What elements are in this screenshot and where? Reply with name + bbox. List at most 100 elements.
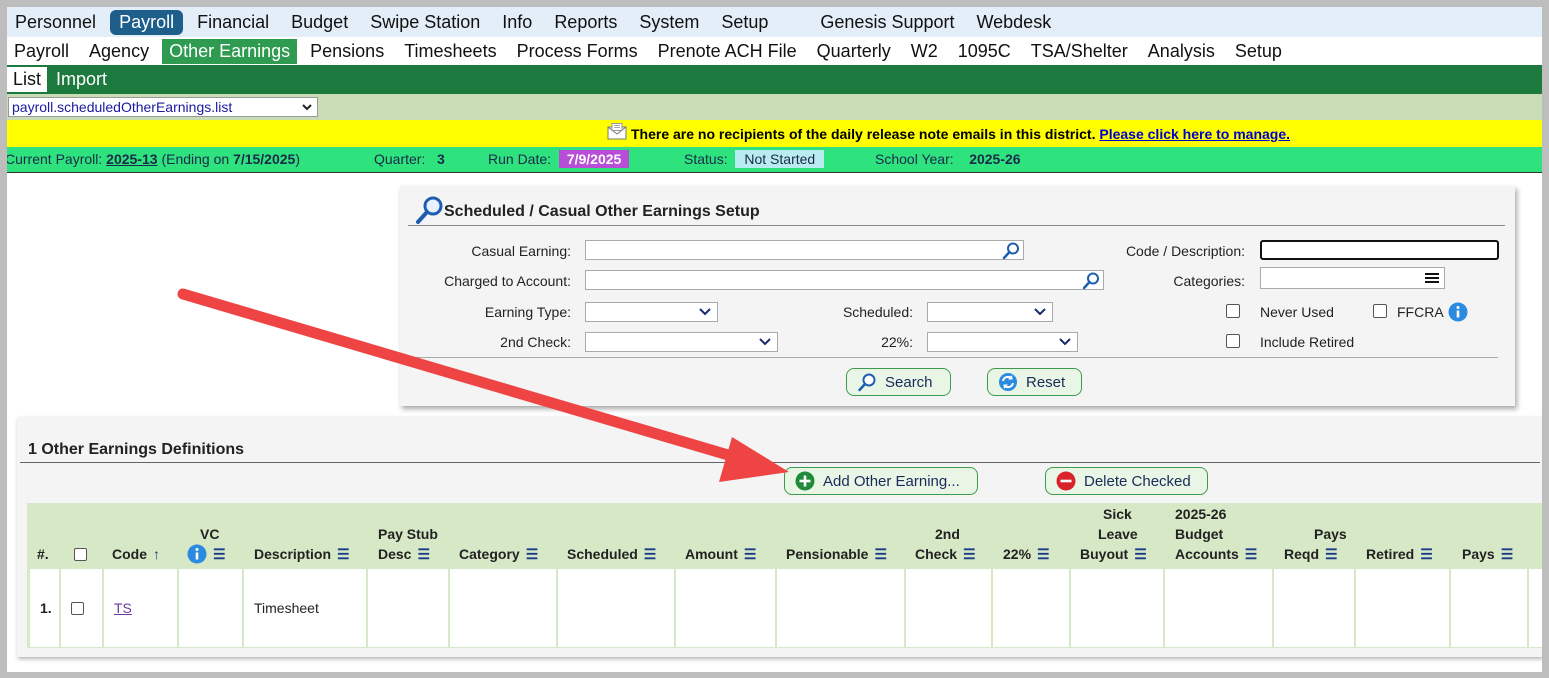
header-description[interactable]: Description ☰	[254, 503, 350, 569]
sort-up-arrow-icon[interactable]: ↑	[153, 544, 160, 564]
column-menu-icon[interactable]: ☰	[213, 544, 226, 564]
top-menu-personnel[interactable]: Personnel	[7, 10, 104, 35]
tab-import[interactable]: Import	[50, 67, 113, 92]
top-menu-financial[interactable]: Financial	[189, 10, 277, 35]
sub-menu-analysis[interactable]: Analysis	[1141, 39, 1222, 64]
column-menu-icon[interactable]: ☰	[644, 544, 657, 564]
charged-to-account-label: Charged to Account:	[444, 273, 571, 289]
sub-menu-setup[interactable]: Setup	[1228, 39, 1289, 64]
header-code[interactable]: Code ↑	[112, 503, 160, 569]
list-title: 1 Other Earnings Definitions	[28, 441, 245, 458]
scheduled-select[interactable]	[927, 302, 1053, 322]
search-button[interactable]: Search	[846, 368, 951, 396]
top-menu-genesis-support[interactable]: Genesis Support	[812, 10, 962, 35]
header-budget-accounts[interactable]: 2025-26 Budget Accounts ☰	[1175, 503, 1257, 569]
never-used-checkbox[interactable]	[1226, 304, 1240, 318]
top-menu-swipe-station[interactable]: Swipe Station	[362, 10, 488, 35]
column-menu-icon[interactable]: ☰	[963, 544, 976, 564]
search-icon[interactable]	[1081, 271, 1101, 290]
table-row-budget-cell	[1165, 569, 1272, 647]
header-pct22[interactable]: 22% ☰	[1003, 503, 1050, 569]
column-menu-icon[interactable]: ☰	[874, 544, 887, 564]
header-pays-reqd-text-1: Pays	[1314, 526, 1347, 542]
ending-date: 7/15/2025	[233, 151, 296, 167]
header-pays-reqd[interactable]: Pays Reqd ☰	[1284, 503, 1347, 569]
header-pays[interactable]: Pays ☰	[1462, 503, 1513, 569]
header-amount[interactable]: Amount ☰	[685, 503, 756, 569]
notice-manage-link[interactable]: Please click here to manage.	[1099, 126, 1290, 142]
column-menu-icon[interactable]: ☰	[1325, 544, 1338, 564]
header-pay-stub-desc[interactable]: Pay Stub Desc ☰	[378, 503, 438, 569]
header-pays-text: Pays	[1462, 546, 1495, 562]
top-menu-setup[interactable]: Setup	[713, 10, 776, 35]
sub-menu-payroll[interactable]: Payroll	[7, 39, 76, 64]
sub-menu-prenote-ach-file[interactable]: Prenote ACH File	[651, 39, 804, 64]
column-menu-icon[interactable]: ☰	[526, 544, 539, 564]
select-all-checkbox[interactable]	[74, 548, 87, 561]
delete-checked-button[interactable]: Delete Checked	[1045, 467, 1208, 495]
header-scheduled[interactable]: Scheduled ☰	[567, 503, 656, 569]
header-pensionable-text: Pensionable	[786, 546, 869, 562]
delete-checked-label: Delete Checked	[1084, 472, 1191, 490]
sub-menu-other-earnings[interactable]: Other Earnings	[162, 38, 298, 64]
pct22-select[interactable]	[927, 332, 1078, 352]
column-menu-icon[interactable]: ☰	[337, 544, 350, 564]
top-menu-budget[interactable]: Budget	[283, 10, 356, 35]
second-check-select[interactable]	[585, 332, 778, 352]
column-menu-icon[interactable]: ☰	[744, 544, 757, 564]
ffcra-label: FFCRA	[1397, 304, 1444, 320]
header-category[interactable]: Category ☰	[459, 503, 538, 569]
column-menu-icon[interactable]: ☰	[1420, 544, 1433, 564]
column-menu-icon[interactable]: ☰	[1245, 544, 1258, 564]
header-pay-stub-text-2: Desc	[378, 546, 412, 562]
sub-menu-tsa-shelter[interactable]: TSA/Shelter	[1024, 39, 1135, 64]
header-pensionable[interactable]: Pensionable ☰	[786, 503, 887, 569]
charged-to-account-input[interactable]	[585, 270, 1104, 290]
include-retired-checkbox[interactable]	[1226, 334, 1240, 348]
top-menu-payroll[interactable]: Payroll	[110, 9, 184, 35]
refresh-icon	[999, 373, 1017, 391]
path-select[interactable]: payroll.scheduledOtherEarnings.list	[8, 97, 318, 117]
path-select-value: payroll.scheduledOtherEarnings.list	[12, 99, 233, 115]
row-checkbox[interactable]	[71, 601, 84, 615]
sub-menu-agency[interactable]: Agency	[82, 39, 156, 64]
header-sick-leave-buyout[interactable]: Sick Leave Buyout ☰	[1080, 503, 1147, 569]
sub-menu-quarterly[interactable]: Quarterly	[810, 39, 898, 64]
column-menu-icon[interactable]: ☰	[417, 544, 430, 564]
header-code-text: Code	[112, 546, 147, 562]
sub-menu-timesheets[interactable]: Timesheets	[397, 39, 503, 64]
sub-menu-pensions[interactable]: Pensions	[303, 39, 391, 64]
sub-menu-w2[interactable]: W2	[904, 39, 945, 64]
casual-earning-input[interactable]	[585, 240, 1024, 260]
column-menu-icon[interactable]: ☰	[1037, 544, 1050, 564]
row-code-link[interactable]: TS	[114, 600, 132, 616]
run-date-value: 7/9/2025	[558, 150, 630, 168]
minus-circle-icon	[1056, 471, 1076, 491]
reset-button[interactable]: Reset	[987, 368, 1082, 396]
sub-menu-1095c[interactable]: 1095C	[951, 39, 1018, 64]
list-menu-icon[interactable]	[1424, 272, 1440, 284]
pct22-label: 22%:	[881, 334, 913, 350]
info-icon[interactable]	[187, 544, 207, 564]
top-menu-info[interactable]: Info	[494, 10, 540, 35]
top-menu-reports[interactable]: Reports	[546, 10, 625, 35]
top-menu-webdesk[interactable]: Webdesk	[968, 10, 1059, 35]
current-payroll-group: Current Payroll: 2025-13 (Ending on 7/15…	[7, 151, 300, 167]
categories-input[interactable]	[1260, 267, 1445, 289]
row-description-text: Timesheet	[254, 600, 319, 616]
column-menu-icon[interactable]: ☰	[1501, 544, 1514, 564]
sub-menu-process-forms[interactable]: Process Forms	[510, 39, 645, 64]
column-menu-icon[interactable]: ☰	[1134, 544, 1147, 564]
info-icon[interactable]	[1448, 302, 1468, 322]
tab-list[interactable]: List	[7, 67, 48, 92]
ffcra-checkbox[interactable]	[1373, 304, 1387, 318]
top-menu: Personnel Payroll Financial Budget Swipe…	[7, 7, 1542, 37]
current-payroll-link[interactable]: 2025-13	[106, 151, 157, 167]
earning-type-select[interactable]	[585, 302, 718, 322]
search-icon[interactable]	[1001, 241, 1021, 260]
top-menu-system[interactable]: System	[631, 10, 707, 35]
add-other-earning-button[interactable]: Add Other Earning...	[784, 467, 978, 495]
code-description-input[interactable]	[1260, 240, 1499, 260]
header-second-check[interactable]: 2nd Check ☰	[915, 503, 976, 569]
header-retired[interactable]: Retired ☰	[1366, 503, 1433, 569]
